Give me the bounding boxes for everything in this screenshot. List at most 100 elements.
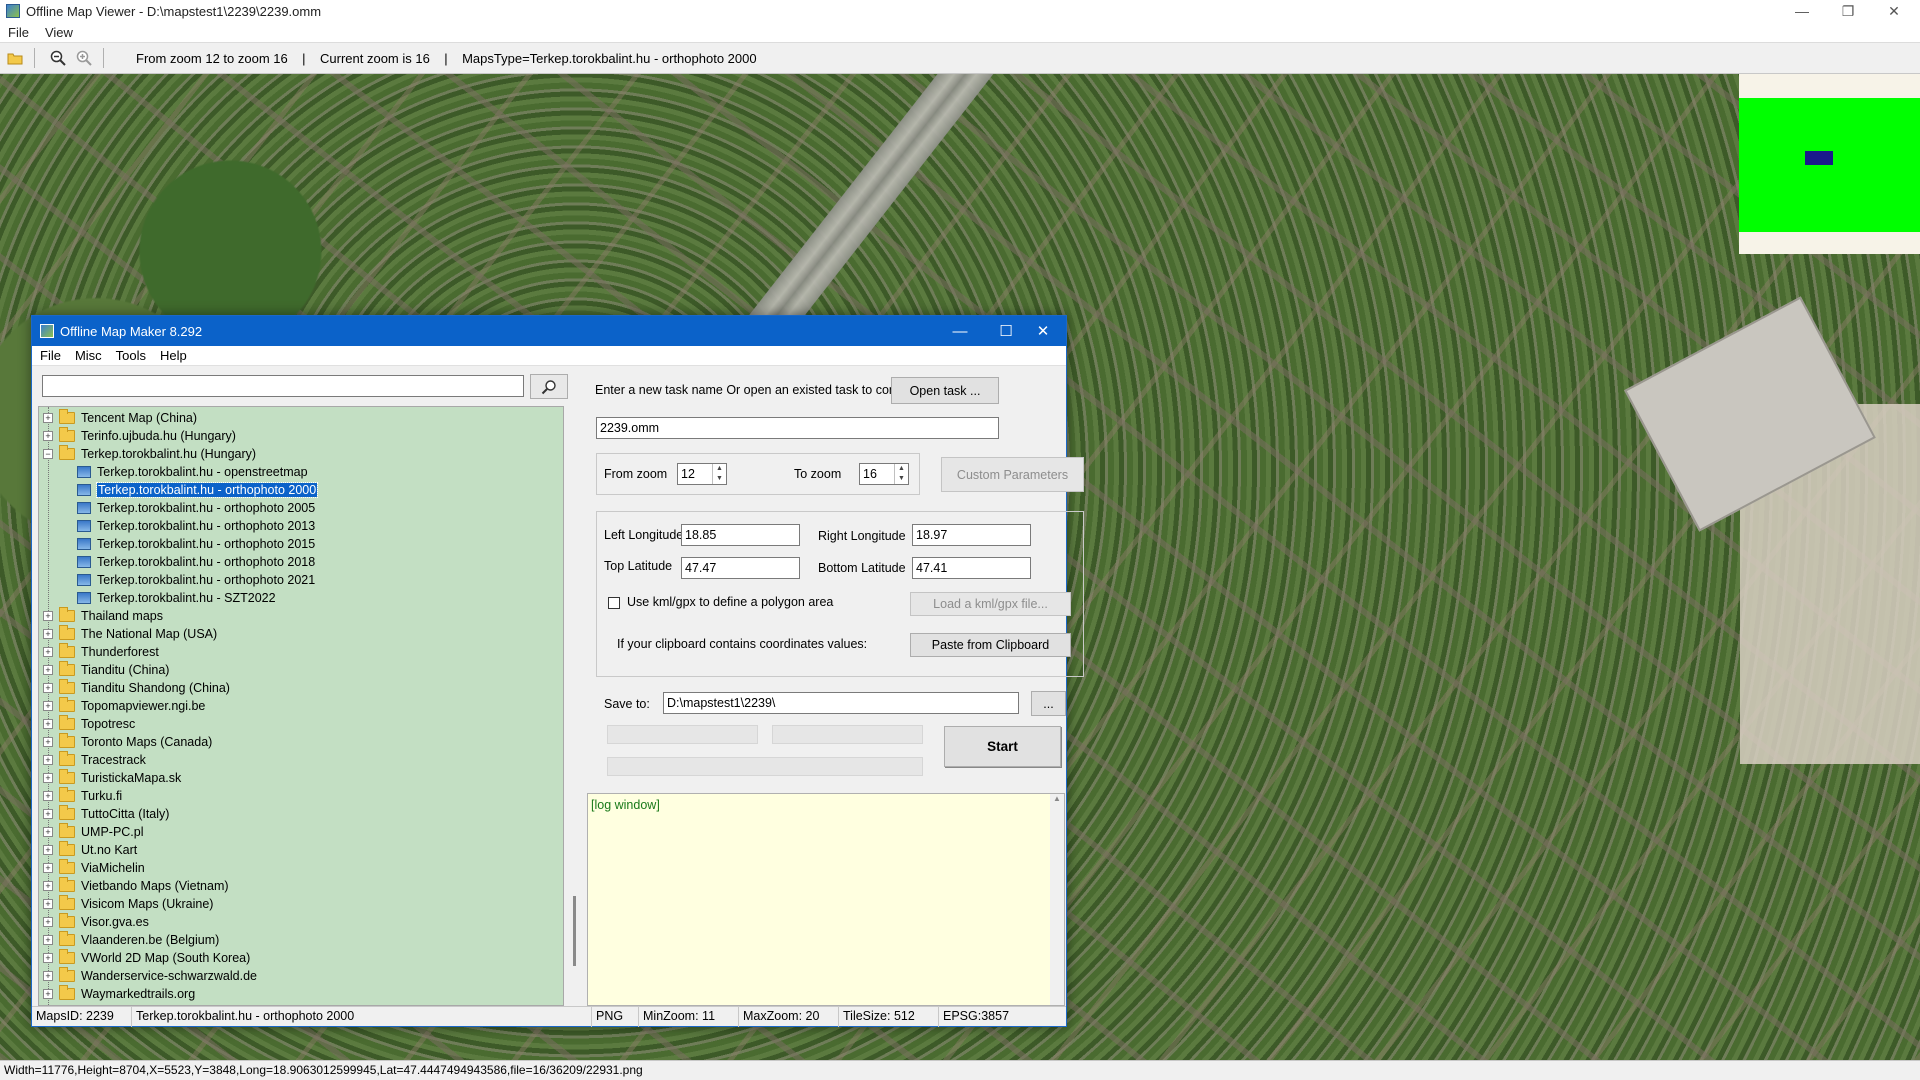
tree-item[interactable]: + TuristickaMapa.sk <box>39 769 563 787</box>
right-longitude-field[interactable]: 18.97 <box>912 524 1031 546</box>
paste-clipboard-button[interactable]: Paste from Clipboard <box>910 633 1071 657</box>
log-scrollbar[interactable]: ▲ <box>1050 794 1064 1005</box>
expand-icon[interactable]: + <box>43 629 53 639</box>
minimap[interactable] <box>1739 74 1920 254</box>
tree-item[interactable]: + TuttoCitta (Italy) <box>39 805 563 823</box>
dialog-menu-misc[interactable]: Misc <box>75 348 102 363</box>
menu-file[interactable]: File <box>8 25 29 40</box>
to-zoom-stepper[interactable]: 16 ▲ ▼ <box>859 463 909 485</box>
tree-item[interactable]: + Wanderservice-schwarzwald.de <box>39 967 563 985</box>
browse-button[interactable]: ... <box>1031 691 1066 716</box>
app-icon <box>6 4 20 18</box>
stepper-arrows-icon[interactable]: ▲ ▼ <box>894 464 908 484</box>
minimize-button[interactable]: — <box>1780 0 1824 22</box>
expand-icon[interactable]: + <box>43 845 53 855</box>
tree-item[interactable]: Terkep.torokbalint.hu - orthophoto 2021 <box>39 571 563 589</box>
tree-item[interactable]: − Terkep.torokbalint.hu (Hungary) <box>39 445 563 463</box>
left-longitude-field[interactable]: 18.85 <box>681 524 800 546</box>
open-task-button[interactable]: Open task ... <box>891 377 999 404</box>
dialog-menu-help[interactable]: Help <box>160 348 187 363</box>
dialog-minimize-button[interactable]: — <box>937 316 983 346</box>
tree-item[interactable]: + Tracestrack <box>39 751 563 769</box>
menu-view[interactable]: View <box>45 25 73 40</box>
log-window[interactable]: [log window] ▲ <box>587 793 1065 1006</box>
search-input[interactable] <box>42 375 524 397</box>
kml-checkbox[interactable] <box>608 597 620 609</box>
expand-icon[interactable]: + <box>43 737 53 747</box>
expand-icon[interactable]: + <box>43 611 53 621</box>
tree-item[interactable]: + Waymarkedtrails.org <box>39 985 563 1003</box>
expand-icon[interactable]: + <box>43 647 53 657</box>
folder-icon <box>59 643 75 658</box>
tree-item[interactable]: Terkep.torokbalint.hu - SZT2022 <box>39 589 563 607</box>
tree-item[interactable]: + UMP-PC.pl <box>39 823 563 841</box>
dialog-menu-tools[interactable]: Tools <box>116 348 146 363</box>
tree-item[interactable]: + Topomapviewer.ngi.be <box>39 697 563 715</box>
tree-item[interactable]: + Visicom Maps (Ukraine) <box>39 895 563 913</box>
tree-item[interactable]: Terkep.torokbalint.hu - openstreetmap <box>39 463 563 481</box>
tree-item[interactable]: + Toronto Maps (Canada) <box>39 733 563 751</box>
tree-item[interactable]: + Visor.gva.es <box>39 913 563 931</box>
expand-icon[interactable]: + <box>43 719 53 729</box>
collapse-icon[interactable]: − <box>43 449 53 459</box>
search-button[interactable] <box>530 374 568 399</box>
tree-item[interactable]: + VWorld 2D Map (South Korea) <box>39 949 563 967</box>
expand-icon[interactable]: + <box>43 665 53 675</box>
bottom-latitude-field[interactable]: 47.41 <box>912 557 1031 579</box>
tree-item[interactable]: + Terinfo.ujbuda.hu (Hungary) <box>39 427 563 445</box>
expand-icon[interactable]: + <box>43 881 53 891</box>
folder-open-icon[interactable] <box>4 47 26 69</box>
start-button[interactable]: Start <box>944 726 1061 767</box>
tree-item[interactable]: + Tencent Map (China) <box>39 409 563 427</box>
load-kml-button[interactable]: Load a kml/gpx file... <box>910 592 1071 616</box>
expand-icon[interactable]: + <box>43 701 53 711</box>
tree-item[interactable]: + Tianditu (China) <box>39 661 563 679</box>
zoom-in-icon[interactable] <box>73 47 95 69</box>
close-button[interactable]: ✕ <box>1872 0 1916 22</box>
zoom-out-icon[interactable] <box>47 47 69 69</box>
task-name-field[interactable]: 2239.omm <box>596 417 999 439</box>
tree-scrollbar[interactable] <box>567 406 584 1006</box>
custom-parameters-button[interactable]: Custom Parameters <box>941 457 1084 492</box>
tree-item[interactable]: + Thunderforest <box>39 643 563 661</box>
expand-icon[interactable]: + <box>43 971 53 981</box>
expand-icon[interactable]: + <box>43 773 53 783</box>
dialog-close-button[interactable]: ✕ <box>1020 316 1066 346</box>
expand-icon[interactable]: + <box>43 953 53 963</box>
tree-item[interactable]: + Topotresc <box>39 715 563 733</box>
expand-icon[interactable]: + <box>43 935 53 945</box>
expand-icon[interactable]: + <box>43 917 53 927</box>
tree-item[interactable]: Terkep.torokbalint.hu - orthophoto 2015 <box>39 535 563 553</box>
top-latitude-field[interactable]: 47.47 <box>681 557 800 579</box>
expand-icon[interactable]: + <box>43 899 53 909</box>
tree-item[interactable]: Terkep.torokbalint.hu - orthophoto 2000 <box>39 481 563 499</box>
tree-item[interactable]: + The National Map (USA) <box>39 625 563 643</box>
expand-icon[interactable]: + <box>43 413 53 423</box>
tree-item[interactable]: Terkep.torokbalint.hu - orthophoto 2013 <box>39 517 563 535</box>
tree-item[interactable]: Terkep.torokbalint.hu - orthophoto 2005 <box>39 499 563 517</box>
tree-item[interactable]: + Tianditu Shandong (China) <box>39 679 563 697</box>
expand-icon[interactable]: + <box>43 809 53 819</box>
save-path-field[interactable]: D:\mapstest1\2239\ <box>663 692 1019 714</box>
tree-item[interactable]: + Thailand maps <box>39 607 563 625</box>
tree-item[interactable]: + Vietbando Maps (Vietnam) <box>39 877 563 895</box>
expand-icon[interactable]: + <box>43 989 53 999</box>
map-source-tree[interactable]: + Tencent Map (China) + Terinfo.ujbuda.hu (… <box>38 406 564 1006</box>
expand-icon[interactable]: + <box>43 863 53 873</box>
tree-item[interactable]: Terkep.torokbalint.hu - orthophoto 2018 <box>39 553 563 571</box>
dialog-menu-file[interactable]: File <box>40 348 61 363</box>
tree-item[interactable]: + ViaMichelin <box>39 859 563 877</box>
tree-item[interactable]: + Turku.fi <box>39 787 563 805</box>
minimap-viewport[interactable] <box>1805 151 1833 165</box>
expand-icon[interactable]: + <box>43 827 53 837</box>
tree-item[interactable]: + Vlaanderen.be (Belgium) <box>39 931 563 949</box>
tree-item[interactable]: + Ut.no Kart <box>39 841 563 859</box>
expand-icon[interactable]: + <box>43 755 53 765</box>
expand-icon[interactable]: + <box>43 683 53 693</box>
restore-button[interactable]: ❐ <box>1826 0 1870 22</box>
expand-icon[interactable]: + <box>43 431 53 441</box>
stepper-arrows-icon[interactable]: ▲ ▼ <box>712 464 726 484</box>
tree-scroll-thumb[interactable] <box>573 896 576 966</box>
from-zoom-stepper[interactable]: 12 ▲ ▼ <box>677 463 727 485</box>
expand-icon[interactable]: + <box>43 791 53 801</box>
